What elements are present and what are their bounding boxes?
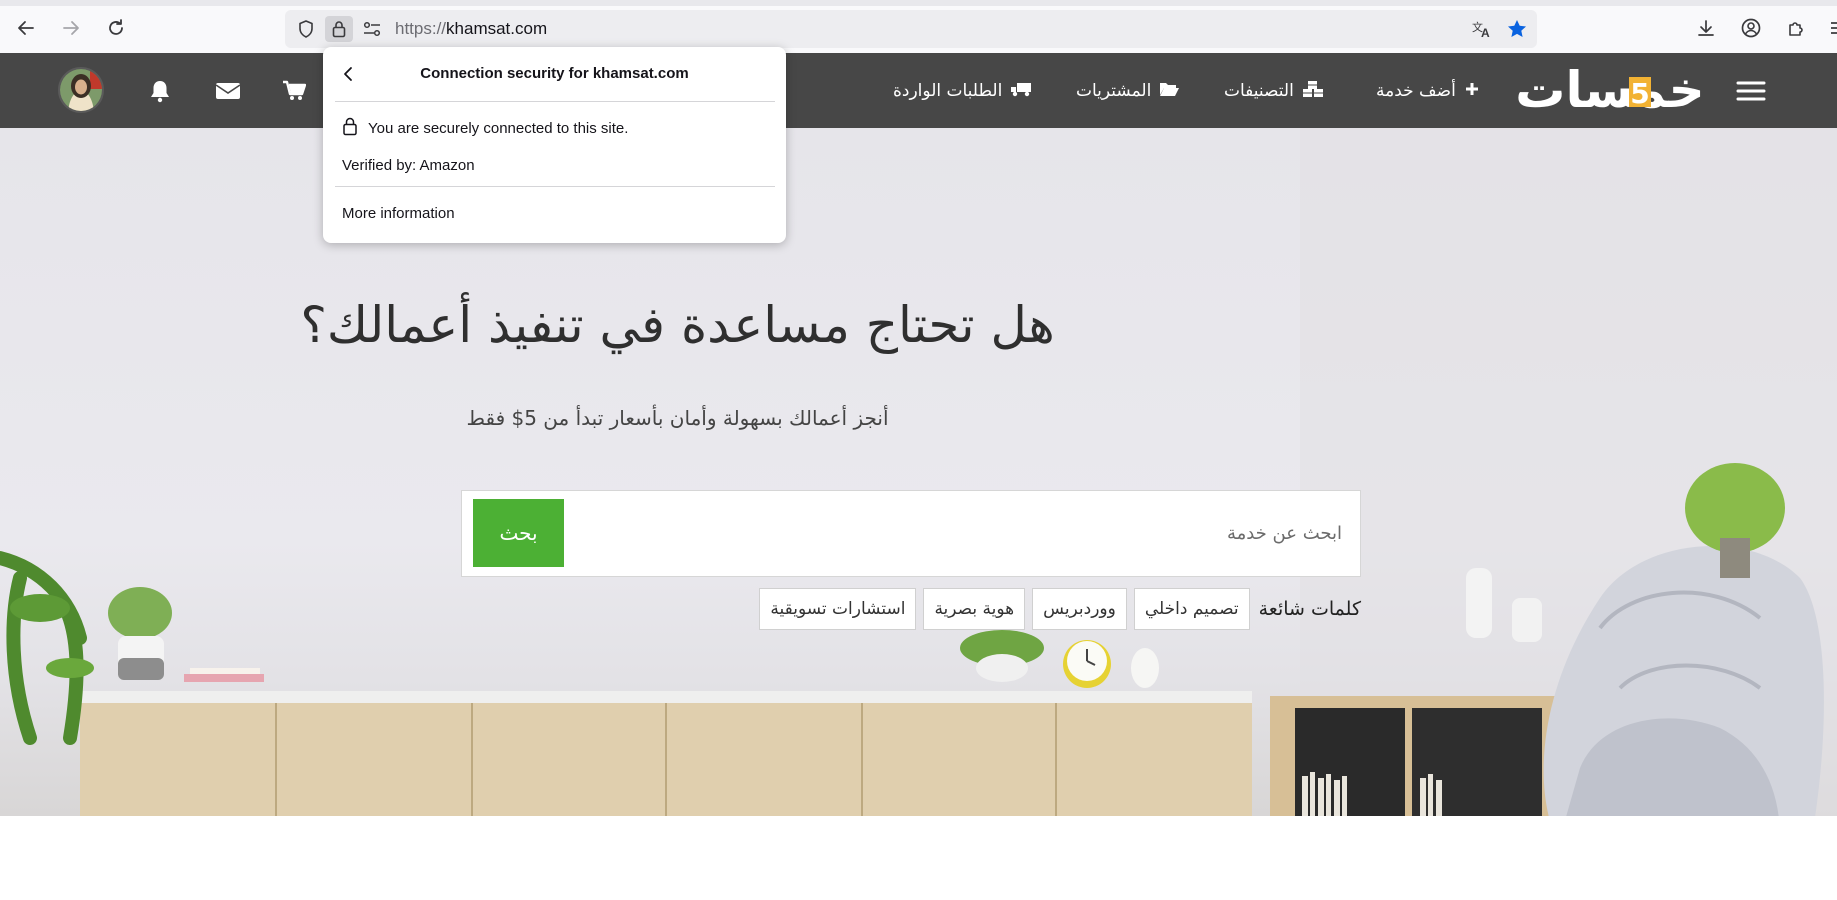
nav-incoming-orders[interactable]: الطلبات الواردة <box>893 77 1032 105</box>
nav-categories-label: التصنيفات <box>1224 81 1294 101</box>
divider <box>335 186 775 187</box>
back-arrow-icon[interactable] <box>10 12 42 44</box>
url-host: khamsat.com <box>446 19 548 38</box>
nav-add-service-label: أضف خدمة <box>1376 81 1456 101</box>
reload-icon[interactable] <box>100 12 132 44</box>
envelope-icon[interactable] <box>212 75 244 107</box>
popup-title: Connection security for khamsat.com <box>420 65 689 82</box>
account-icon[interactable] <box>1735 12 1767 44</box>
site-logo[interactable]: خمسات 5 <box>1515 61 1705 119</box>
folder-open-icon <box>1159 81 1180 102</box>
download-icon[interactable] <box>1690 12 1722 44</box>
translate-icon[interactable]: 文A <box>1468 16 1496 42</box>
keyword-tag[interactable]: ووردبريس <box>1032 587 1127 630</box>
plus-icon <box>1464 81 1480 102</box>
url-bar[interactable]: https://khamsat.com 文A <box>285 10 1537 48</box>
lock-icon <box>342 116 358 140</box>
lock-icon[interactable] <box>325 16 353 42</box>
cart-icon[interactable] <box>278 75 310 107</box>
connection-security-popup: Connection security for khamsat.com You … <box>323 47 786 243</box>
secure-connection-text: You are securely connected to this site. <box>368 119 629 137</box>
hero-title: هل تحتاج مساعدة في تنفيذ أعمالك؟ <box>300 296 1055 354</box>
browser-window: https://khamsat.com 文A خمسات 5 أضف خدمة … <box>0 0 1837 900</box>
hero-section: هل تحتاج مساعدة في تنفيذ أعمالك؟ أنجز أع… <box>0 128 1837 816</box>
nav-purchases-label: المشتريات <box>1076 81 1152 101</box>
popular-keywords-label: كلمات شائعة <box>1258 597 1361 620</box>
browser-toolbar: https://khamsat.com 文A <box>0 0 1837 53</box>
url-text[interactable]: https://khamsat.com <box>395 19 547 39</box>
truck-icon <box>1010 81 1032 102</box>
verified-by-text: Verified by: Amazon <box>342 157 475 174</box>
keyword-tag[interactable]: استشارات تسويقية <box>759 587 917 630</box>
divider <box>335 101 775 102</box>
keyword-tag[interactable]: هوية بصرية <box>923 587 1026 630</box>
nav-incoming-orders-label: الطلبات الواردة <box>893 81 1003 101</box>
search-box: بحث <box>461 490 1361 577</box>
search-input[interactable] <box>566 491 1356 576</box>
star-icon[interactable] <box>1503 16 1531 42</box>
nav-categories[interactable]: التصنيفات <box>1224 77 1324 105</box>
extensions-icon[interactable] <box>1780 12 1812 44</box>
svg-text:5: 5 <box>1630 77 1649 110</box>
nav-add-service[interactable]: أضف خدمة <box>1376 77 1480 105</box>
nav-purchases[interactable]: المشتريات <box>1076 77 1180 105</box>
overflow-menu-icon[interactable] <box>1821 12 1837 44</box>
permissions-icon[interactable] <box>358 16 386 42</box>
more-information-link[interactable]: More information <box>342 205 455 222</box>
bell-icon[interactable] <box>144 75 176 107</box>
cubes-icon <box>1302 80 1324 103</box>
keyword-tag[interactable]: تصميم داخلي <box>1133 587 1250 630</box>
shield-icon[interactable] <box>292 16 320 42</box>
popular-keywords: كلمات شائعة تصميم داخلي ووردبريس هوية بص… <box>735 587 1361 630</box>
secure-connection-row: You are securely connected to this site. <box>342 116 628 140</box>
hero-background-illustration <box>0 128 1837 816</box>
search-button[interactable]: بحث <box>473 499 564 567</box>
svg-text:A: A <box>1481 26 1490 39</box>
hero-subtitle: أنجز أعمالك بسهولة وأمان بأسعار تبدأ من … <box>466 406 889 430</box>
site-header: خمسات 5 أضف خدمة التصنيفات المشتريات الط… <box>0 53 1837 128</box>
forward-arrow-icon[interactable] <box>55 12 87 44</box>
url-scheme: https:// <box>395 19 447 38</box>
menu-icon[interactable] <box>1734 76 1768 106</box>
svg-text:خمسات: خمسات <box>1515 61 1704 119</box>
avatar[interactable] <box>58 67 104 113</box>
